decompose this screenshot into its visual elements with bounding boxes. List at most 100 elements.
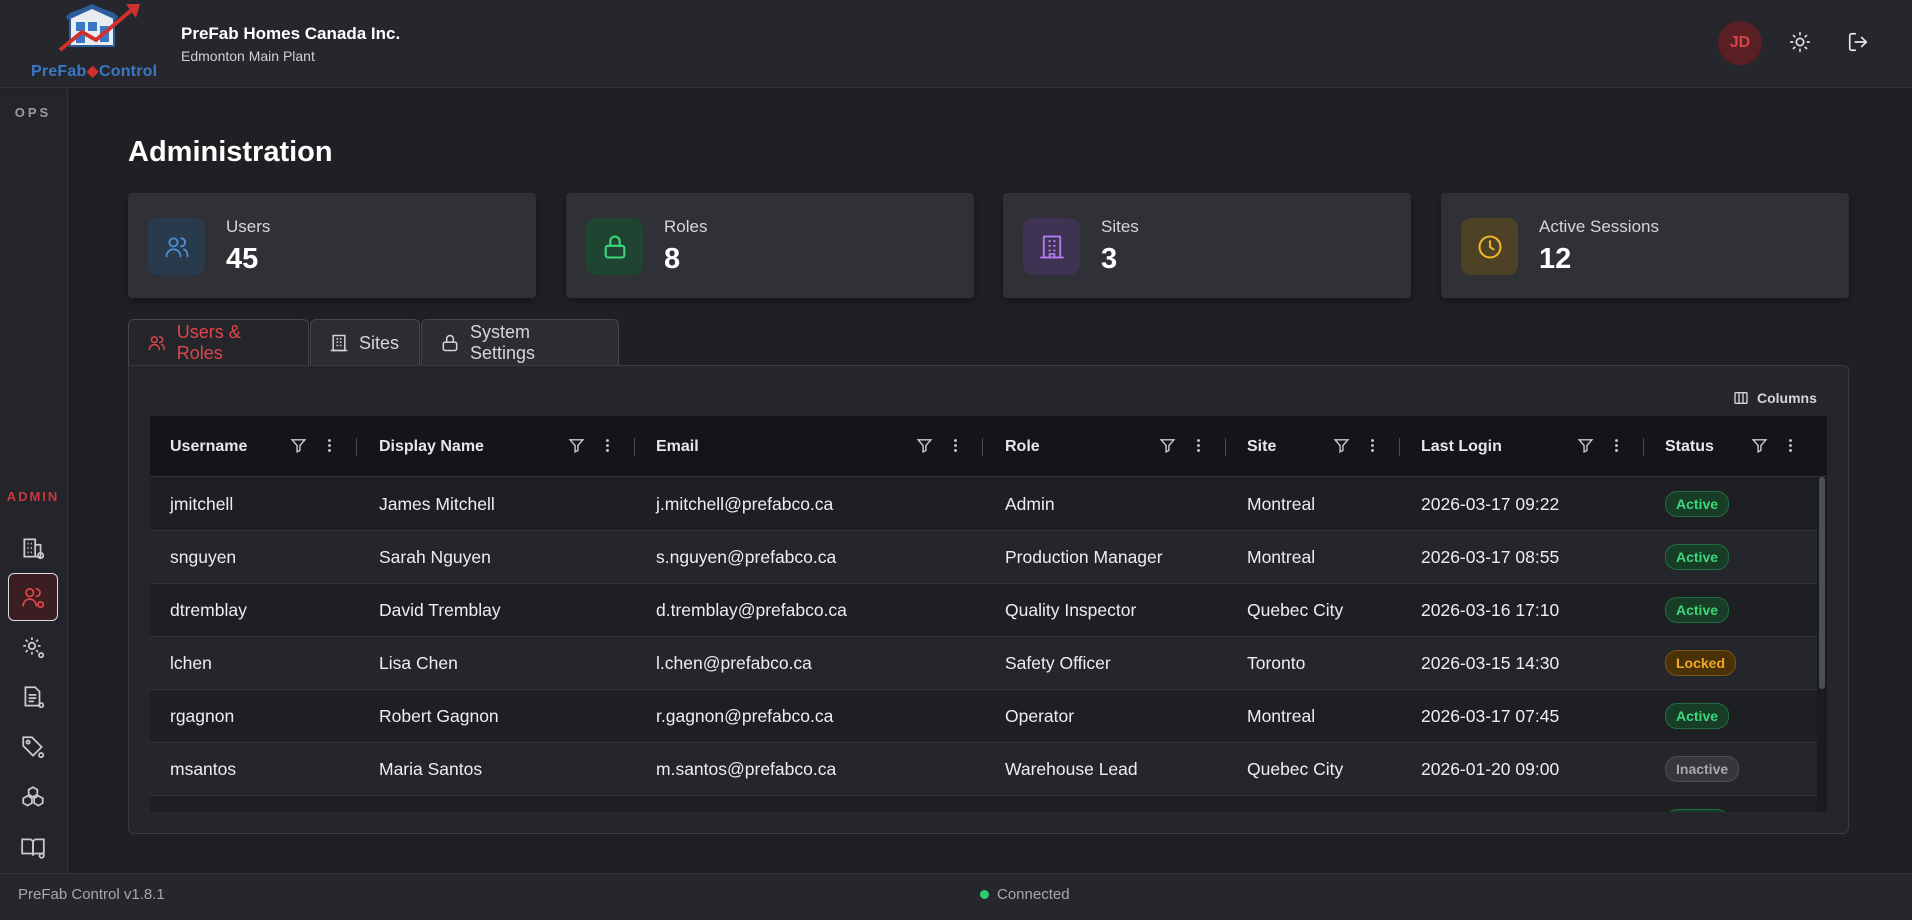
kebab-menu-icon[interactable]	[1608, 437, 1625, 454]
cell-site: Quebec City	[1247, 758, 1344, 779]
sidebar-item-users[interactable]	[8, 573, 58, 621]
table-row[interactable]: msantos Maria Santos m.santos@prefabco.ca W…	[150, 743, 1817, 796]
column-header-status[interactable]: Status	[1665, 416, 1714, 477]
cell-last-login: 2026-03-17 08:55	[1421, 546, 1560, 567]
cell-status: Inactive	[1665, 743, 1740, 795]
table-row[interactable]: jmitchell James Mitchell j.mitchell@prefab…	[150, 478, 1817, 531]
sidebar-item-settings[interactable]	[8, 623, 58, 671]
status-badge: Active	[1665, 809, 1730, 812]
logout-button[interactable]	[1845, 29, 1871, 55]
sidebar-item-tags[interactable]	[8, 723, 58, 771]
table-scrollbar[interactable]	[1817, 477, 1827, 812]
cell-last-login: 2026-01-20 09:00	[1421, 758, 1560, 779]
cell-display-name: James Mitchell	[379, 493, 495, 514]
table-row[interactable]: lchen Lisa Chen l.chen@prefabco.ca Safety O…	[150, 637, 1817, 690]
sidebar-item-modules[interactable]	[8, 773, 58, 821]
filter-icon[interactable]	[916, 437, 933, 454]
cell-role: Engineering Lead	[1005, 796, 1142, 813]
sidebar-section-ops: OPS	[14, 105, 52, 120]
cell-last-login: 2026-03-15 14:30	[1421, 652, 1560, 673]
sidebar: OPS ADMIN	[0, 89, 68, 873]
columns-button[interactable]: Columns	[1733, 390, 1817, 406]
table-row[interactable]: rgagnon Robert Gagnon r.gagnon@prefabco.ca…	[150, 690, 1817, 743]
users-table: Username Display Name Email Role Site La…	[150, 416, 1827, 812]
cell-username: rgagnon	[170, 705, 235, 726]
cell-status: Active	[1665, 478, 1730, 530]
column-header-last-login[interactable]: Last Login	[1421, 416, 1502, 477]
cell-status: Active	[1665, 531, 1730, 583]
kebab-menu-icon[interactable]	[1782, 437, 1799, 454]
column-separator[interactable]	[1225, 438, 1226, 456]
sun-icon	[1790, 32, 1810, 52]
table-row[interactable]: dtremblay David Tremblay d.tremblay@prefab…	[150, 584, 1817, 637]
kebab-menu-icon[interactable]	[1190, 437, 1207, 454]
building-icon	[1023, 218, 1080, 275]
filter-icon[interactable]	[1333, 437, 1350, 454]
kebab-menu-icon[interactable]	[947, 437, 964, 454]
filter-icon[interactable]	[1751, 437, 1768, 454]
cell-role: Safety Officer	[1005, 652, 1111, 673]
column-separator[interactable]	[356, 438, 357, 456]
stat-value: 45	[226, 243, 259, 275]
column-header-email[interactable]: Email	[656, 416, 699, 477]
status-badge: Active	[1665, 491, 1730, 517]
scrollbar-thumb[interactable]	[1819, 477, 1825, 689]
plant-name: Edmonton Main Plant	[181, 48, 315, 64]
user-avatar[interactable]: JD	[1718, 21, 1762, 65]
column-header-username[interactable]: Username	[170, 416, 247, 477]
column-separator[interactable]	[634, 438, 635, 456]
filter-icon[interactable]	[290, 437, 307, 454]
cell-username: jmitchell	[170, 493, 234, 514]
column-tools	[1751, 437, 1799, 454]
column-tools	[290, 437, 338, 454]
sidebar-item-manual[interactable]	[8, 823, 58, 871]
tab-system-settings[interactable]: System Settings	[421, 319, 619, 366]
column-tools	[916, 437, 964, 454]
status-dot-icon	[980, 890, 989, 899]
column-separator[interactable]	[982, 438, 983, 456]
cell-username: snguyen	[170, 546, 237, 567]
cell-display-name: Sarah Nguyen	[379, 546, 491, 567]
status-badge: Active	[1665, 597, 1730, 623]
cell-display-name: Robert Gagnon	[379, 705, 499, 726]
sidebar-item-sites[interactable]	[8, 524, 58, 572]
columns-label: Columns	[1757, 390, 1817, 406]
column-header-role[interactable]: Role	[1005, 416, 1040, 477]
column-header-site[interactable]: Site	[1247, 416, 1276, 477]
company-info: PreFab Homes Canada Inc. Edmonton Main P…	[181, 24, 400, 64]
cell-status: Active	[1665, 690, 1730, 742]
kebab-menu-icon[interactable]	[1364, 437, 1381, 454]
column-separator[interactable]	[1643, 438, 1644, 456]
cell-email: m.santos@prefabco.ca	[656, 758, 837, 779]
stat-card-users: Users 45	[128, 193, 536, 298]
book-icon	[21, 838, 45, 859]
cell-display-name: Pierre Morin	[379, 796, 474, 813]
filter-icon[interactable]	[568, 437, 585, 454]
table-row[interactable]: snguyen Sarah Nguyen s.nguyen@prefabco.ca P…	[150, 531, 1817, 584]
status-badge: Active	[1665, 703, 1730, 729]
column-separator[interactable]	[1399, 438, 1400, 456]
status-footer: PreFab Control v1.8.1 Connected	[0, 873, 1912, 920]
kebab-menu-icon[interactable]	[599, 437, 616, 454]
kebab-menu-icon[interactable]	[321, 437, 338, 454]
stat-label: Roles	[664, 217, 708, 236]
cell-username: lchen	[170, 652, 212, 673]
filter-icon[interactable]	[1577, 437, 1594, 454]
cell-email: p.morin@prefabco.ca	[656, 796, 824, 813]
filter-icon[interactable]	[1159, 437, 1176, 454]
stat-value: 12	[1539, 243, 1572, 275]
app-version: PreFab Control v1.8.1	[18, 886, 165, 903]
sidebar-item-documents[interactable]	[8, 673, 58, 721]
theme-toggle-button[interactable]	[1787, 29, 1813, 55]
page-title: Administration	[128, 136, 333, 168]
document-icon	[24, 686, 45, 709]
stat-card-sites: Sites 3	[1003, 193, 1411, 298]
cell-site: Montreal	[1247, 493, 1316, 514]
table-header: Username Display Name Email Role Site La…	[150, 416, 1827, 477]
company-name: PreFab Homes Canada Inc.	[181, 24, 401, 43]
tab-sites[interactable]: Sites	[310, 319, 420, 366]
tab-users-roles[interactable]: Users & Roles	[128, 319, 309, 366]
cell-status: Locked	[1665, 637, 1737, 689]
column-header-display-name[interactable]: Display Name	[379, 416, 484, 477]
table-row[interactable]: pmorin Pierre Morin p.morin@prefabco.ca Eng…	[150, 796, 1817, 812]
